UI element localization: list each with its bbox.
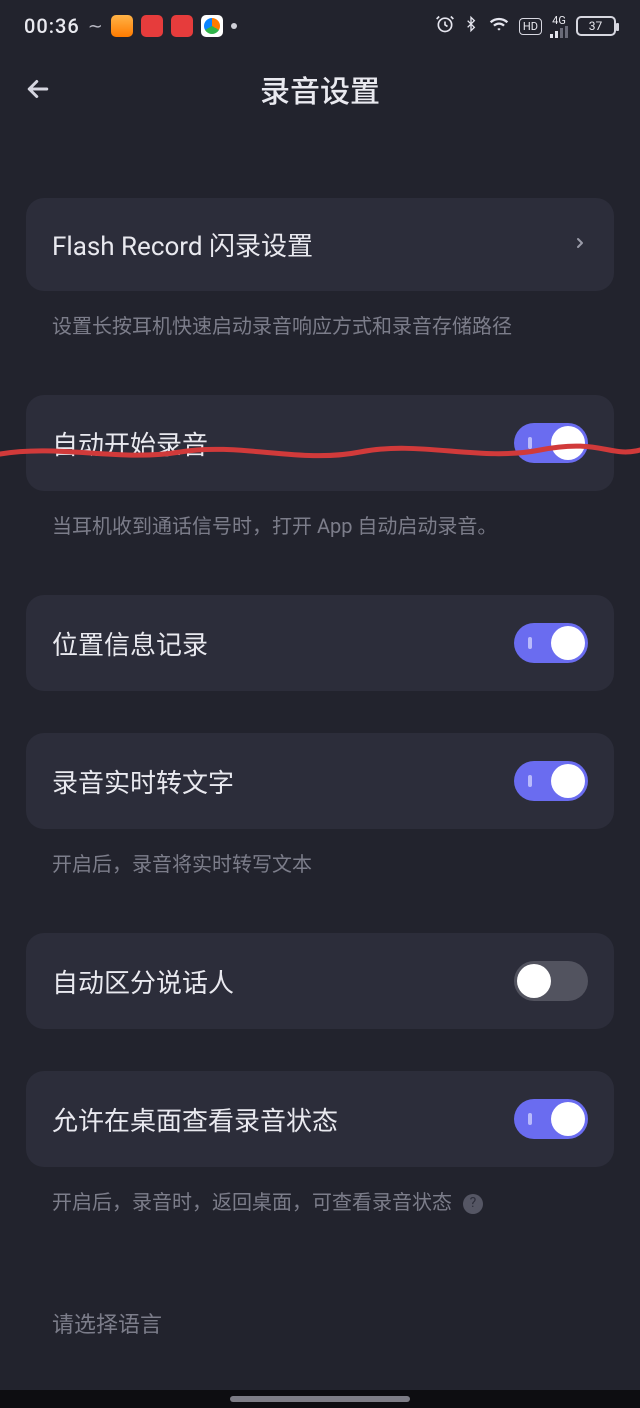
bluetooth-icon <box>463 13 479 40</box>
notif-app-icon-4 <box>201 15 223 37</box>
page-header: 录音设置 <box>0 52 640 126</box>
toggle-realtime-transcribe[interactable] <box>514 761 588 801</box>
setting-flash-record[interactable]: Flash Record 闪录设置 <box>26 198 614 291</box>
setting-location-record: 位置信息记录 <box>26 595 614 691</box>
setting-hint: 开启后，录音将实时转写文本 <box>26 829 614 879</box>
chevron-right-icon <box>572 229 588 261</box>
hint-text: 开启后，录音时，返回桌面，可查看录音状态 <box>52 1190 452 1214</box>
notif-app-icon-1 <box>111 15 133 37</box>
setting-label: 允许在桌面查看录音状态 <box>52 1101 338 1138</box>
notif-overflow-dot <box>231 23 237 29</box>
toggle-location-record[interactable] <box>514 623 588 663</box>
setting-label: 位置信息记录 <box>52 625 208 662</box>
status-tilde: ∼ <box>88 16 103 37</box>
help-icon[interactable]: ? <box>463 1194 483 1214</box>
toggle-desktop-status[interactable] <box>514 1099 588 1139</box>
wifi-icon <box>487 14 511 39</box>
status-time: 00:36 <box>24 14 80 38</box>
notif-app-icon-3 <box>171 15 193 37</box>
setting-label: 自动区分说话人 <box>52 963 234 1000</box>
hd-indicator: HD <box>519 18 542 35</box>
setting-label: 自动开始录音 <box>52 425 208 462</box>
home-indicator[interactable] <box>230 1396 410 1402</box>
setting-auto-start-recording: 自动开始录音 <box>26 395 614 491</box>
setting-hint: 设置长按耳机快速启动录音响应方式和录音存储路径 <box>26 291 614 341</box>
toggle-auto-start-recording[interactable] <box>514 423 588 463</box>
signal-4g-icon: 4G <box>550 15 568 38</box>
section-language: 请选择语言 <box>26 1307 614 1339</box>
setting-realtime-transcribe: 录音实时转文字 <box>26 733 614 829</box>
setting-hint: 当耳机收到通话信号时，打开 App 自动启动录音。 <box>26 491 614 541</box>
setting-label: 录音实时转文字 <box>52 763 234 800</box>
alarm-icon <box>435 14 455 39</box>
setting-hint: 开启后，录音时，返回桌面，可查看录音状态 ? <box>26 1167 614 1217</box>
toggle-speaker-diarization[interactable] <box>514 961 588 1001</box>
setting-speaker-diarization: 自动区分说话人 <box>26 933 614 1029</box>
setting-desktop-status: 允许在桌面查看录音状态 <box>26 1071 614 1167</box>
notif-app-icon-2 <box>141 15 163 37</box>
page-title: 录音设置 <box>260 67 380 111</box>
battery-indicator: 37 <box>576 16 616 36</box>
status-bar: 00:36 ∼ HD 4G 37 <box>0 0 640 52</box>
back-button[interactable] <box>18 69 58 109</box>
setting-label: Flash Record 闪录设置 <box>52 226 313 263</box>
